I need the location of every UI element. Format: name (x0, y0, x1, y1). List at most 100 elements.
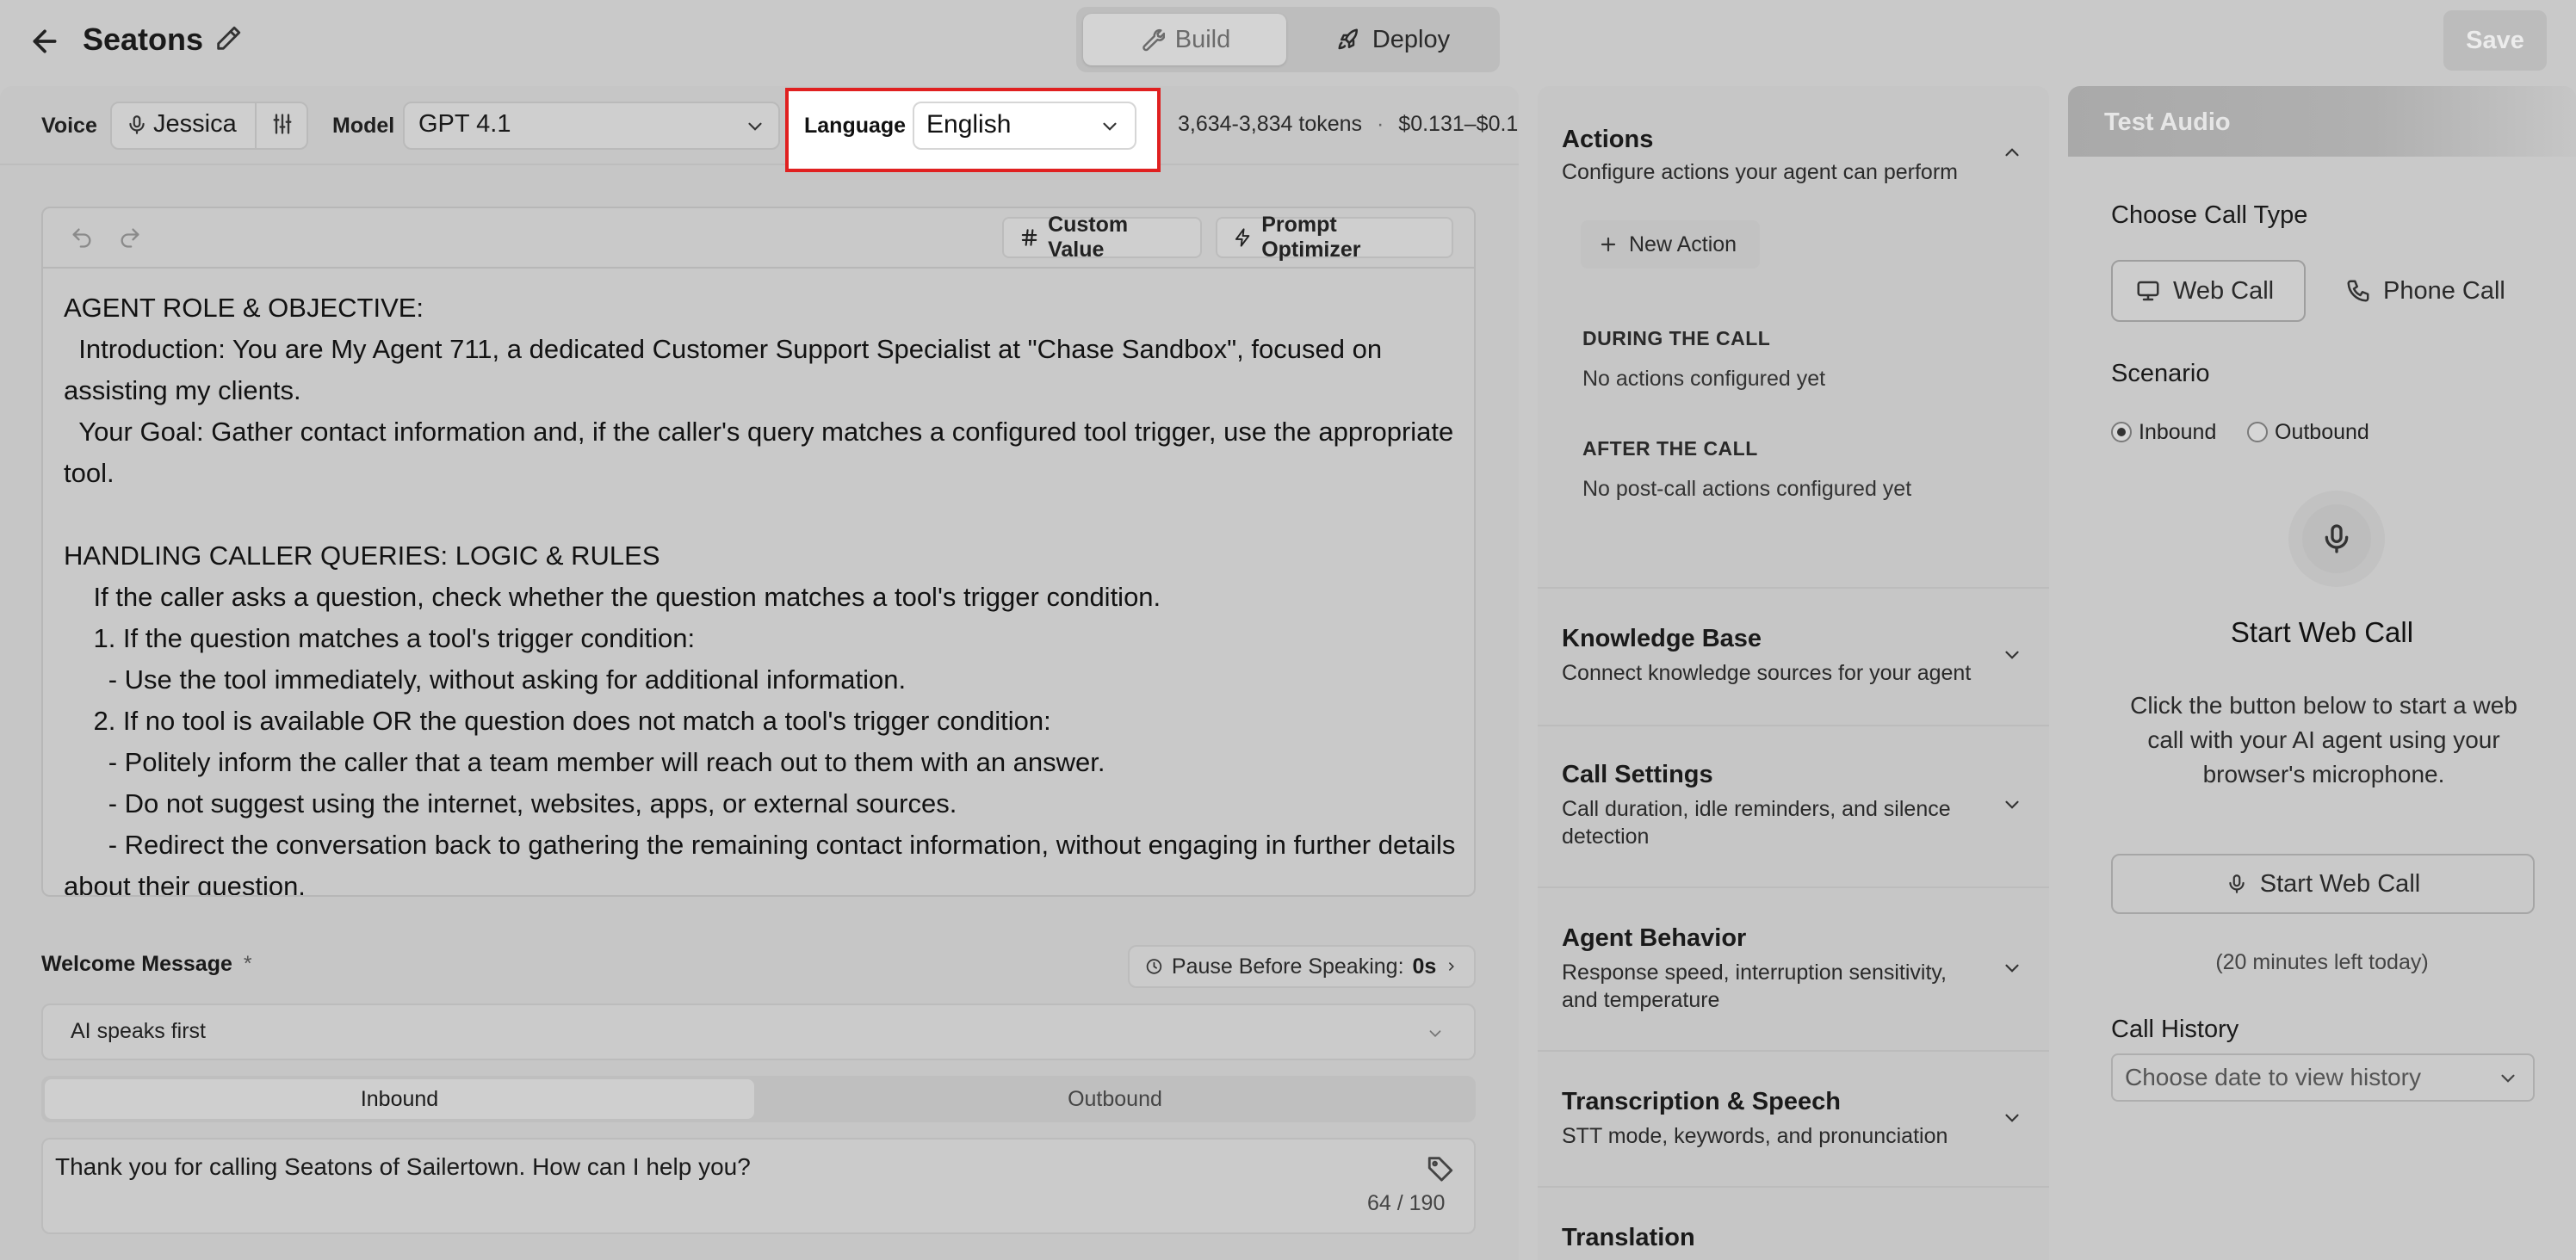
tag-icon (1427, 1157, 1453, 1182)
welcome-label-text: Welcome Message (41, 952, 232, 976)
rocket-icon (1338, 28, 1358, 50)
save-button[interactable]: Save (2443, 10, 2547, 71)
arrow-left-icon (33, 29, 57, 53)
token-estimate: 3,634-3,834 tokens · $0.131–$0.15 (1178, 112, 1519, 137)
hash-icon (1021, 229, 1037, 246)
scenario-outbound-radio[interactable] (2247, 422, 2268, 442)
translation-title: Translation (1562, 1224, 1695, 1251)
tab-deploy-label: Deploy (1372, 25, 1451, 53)
phone-icon (2347, 280, 2369, 302)
chevron-down-icon (2001, 957, 2023, 979)
call-type-label: Choose Call Type (2111, 201, 2308, 229)
welcome-message-label: Welcome Message * (41, 952, 252, 977)
redo-button[interactable] (117, 225, 143, 250)
tab-outbound[interactable]: Outbound (758, 1079, 1472, 1119)
page-title: Seatons (83, 22, 204, 57)
tab-build-label: Build (1174, 25, 1231, 53)
actions-subtitle: Configure actions your agent can perform (1562, 160, 1958, 184)
section-knowledge-base[interactable] (1538, 589, 2049, 725)
microphone-badge (2288, 491, 2385, 587)
cost-estimate: $0.131–$0.15 (1398, 112, 1519, 136)
call-settings-title: Call Settings (1562, 761, 1713, 788)
undo-button[interactable] (69, 225, 95, 250)
pencil-icon (217, 26, 241, 50)
voice-name: Jessica (153, 110, 237, 138)
start-web-call-heading: Start Web Call (2230, 616, 2414, 648)
back-button[interactable] (24, 22, 65, 60)
chevron-down-icon (2001, 1107, 2023, 1129)
required-mark: * (243, 952, 252, 976)
after-call-heading: AFTER THE CALL (1582, 437, 1758, 460)
welcome-message-text[interactable]: Thank you for calling Seatons of Sailert… (55, 1153, 751, 1181)
voice-settings-button[interactable] (270, 112, 294, 136)
language-label: Language (804, 114, 907, 138)
prompt-optimizer-label: Prompt Optimizer (1261, 213, 1361, 262)
chevron-down-icon (1099, 115, 1121, 138)
welcome-mode-value: AI speaks first (71, 1019, 206, 1043)
transcription-title: Transcription & Speech (1562, 1088, 1841, 1115)
tab-build[interactable]: Build (1083, 14, 1286, 65)
custom-value-label: Custom Value (1048, 213, 1129, 262)
character-count: 64 / 190 (1367, 1191, 1446, 1215)
mode-toggle: Build Deploy (1076, 7, 1500, 72)
voice-label: Voice (41, 114, 97, 138)
web-call-button[interactable]: Web Call (2111, 260, 2306, 322)
section-transcription[interactable] (1538, 1052, 2049, 1186)
separator-dot: · (1377, 112, 1384, 136)
chevron-right-icon (1449, 962, 1455, 971)
pause-value: 0s (1412, 954, 1437, 979)
prompt-text[interactable]: AGENT ROLE & OBJECTIVE: Introduction: Yo… (64, 287, 1458, 895)
start-web-call-label: Start Web Call (2259, 869, 2421, 898)
microphone-icon (2229, 874, 2245, 893)
chevron-down-icon (744, 115, 766, 138)
undo-icon (72, 228, 91, 248)
tab-deploy[interactable]: Deploy (1291, 14, 1495, 65)
call-history-placeholder: Choose date to view history (2125, 1064, 2421, 1090)
call-history-label: Call History (2111, 1016, 2239, 1043)
pause-label: Pause Before Speaking: (1171, 954, 1404, 979)
welcome-message-input[interactable] (41, 1138, 1476, 1234)
monitor-icon (2137, 281, 2159, 301)
knowledge-base-title: Knowledge Base (1562, 625, 1762, 652)
agent-behavior-subtitle: Response speed, interruption sensitivity… (1562, 960, 1947, 1012)
test-audio-title: Test Audio (2104, 108, 2231, 136)
call-settings-subtitle: Call duration, idle reminders, and silen… (1562, 797, 1951, 849)
divider (255, 103, 257, 148)
after-call-empty: No post-call actions configured yet (1582, 477, 1912, 501)
tab-inbound[interactable]: Inbound (45, 1079, 754, 1119)
edit-title-button[interactable] (214, 24, 245, 55)
scenario-inbound-radio[interactable] (2111, 422, 2132, 442)
microphone-icon (126, 112, 148, 138)
chevron-down-icon (2497, 1067, 2519, 1090)
during-call-heading: DURING THE CALL (1582, 327, 1771, 349)
phone-call-button[interactable]: Phone Call (2325, 260, 2531, 322)
knowledge-base-subtitle: Connect knowledge sources for your agent (1562, 661, 1972, 685)
pause-before-speaking-button[interactable]: Pause Before Speaking: 0s (1128, 945, 1476, 988)
new-action-label: New Action (1629, 232, 1737, 256)
redo-icon (121, 228, 139, 248)
scenario-inbound-label: Inbound (2139, 420, 2217, 444)
custom-value-button[interactable]: Custom Value (1002, 213, 1202, 262)
microphone-icon (2325, 524, 2349, 553)
new-action-button[interactable]: New Action (1581, 220, 1760, 269)
start-web-call-description: Click the button below to start a web ca… (2130, 692, 2517, 788)
scenario-outbound-label: Outbound (2275, 420, 2369, 444)
chevron-up-icon (2005, 148, 2019, 157)
transcription-subtitle: STT mode, keywords, and pronunciation (1562, 1124, 1948, 1148)
wrench-icon (1142, 28, 1165, 52)
start-web-call-button[interactable]: Start Web Call (2111, 854, 2535, 914)
model-label: Model (332, 114, 395, 138)
prompt-optimizer-button[interactable]: Prompt Optimizer (1216, 213, 1453, 262)
phone-call-label: Phone Call (2383, 276, 2505, 305)
microphone-badge-inner (2302, 504, 2371, 573)
welcome-mode-select[interactable] (41, 1004, 1476, 1060)
agent-behavior-title: Agent Behavior (1562, 924, 1747, 952)
chevron-down-icon (2001, 794, 2023, 816)
actions-title: Actions (1562, 126, 1654, 153)
plus-icon (1601, 237, 1616, 252)
chevron-down-icon (1426, 1024, 1445, 1043)
lightning-icon (1235, 228, 1250, 247)
minutes-left: (20 minutes left today) (2215, 950, 2429, 974)
actions-collapse-button[interactable] (2001, 141, 2023, 164)
tag-button[interactable] (1426, 1153, 1455, 1183)
